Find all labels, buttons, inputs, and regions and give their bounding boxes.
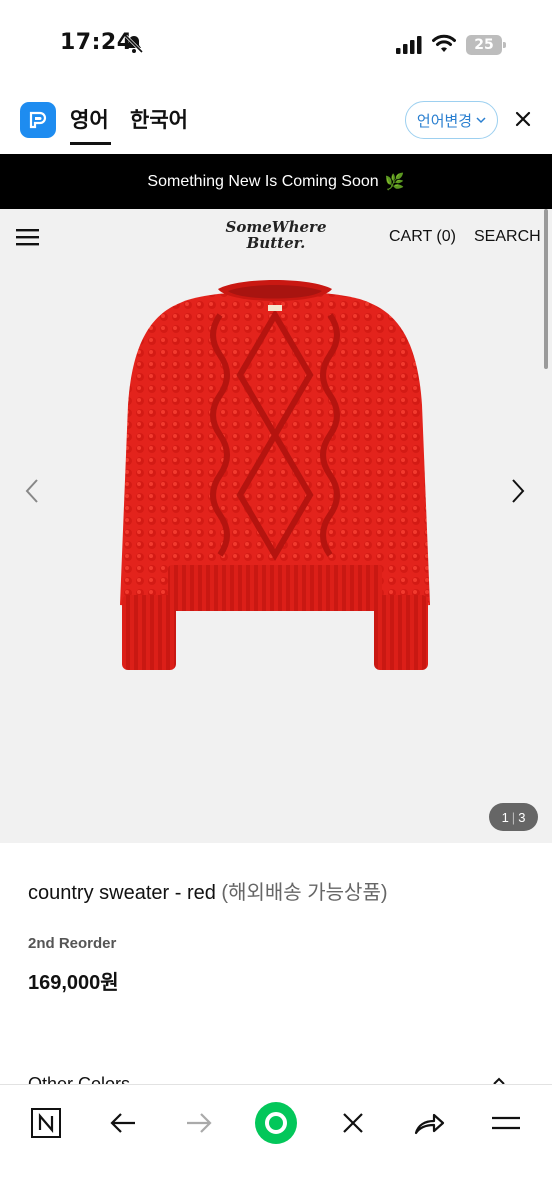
chevron-right-icon[interactable] bbox=[508, 477, 528, 505]
search-link[interactable]: SEARCH bbox=[474, 228, 541, 246]
close-tab-icon[interactable] bbox=[331, 1101, 375, 1145]
logo-line-2: Butter. bbox=[246, 234, 306, 252]
green-dot bbox=[255, 1102, 297, 1144]
announcement-text: Something New Is Coming Soon bbox=[147, 172, 379, 190]
product-gallery[interactable]: SomeWhere Butter. CART (0) SEARCH 1 | 3 bbox=[0, 209, 552, 843]
status-bar: 17:24 25 bbox=[0, 0, 552, 90]
wifi-icon bbox=[432, 34, 456, 52]
forward-arrow-icon[interactable] bbox=[177, 1101, 221, 1145]
product-image-sweater[interactable] bbox=[110, 275, 440, 715]
change-language-label: 언어변경 bbox=[416, 111, 473, 130]
papago-logo-icon[interactable] bbox=[20, 102, 56, 138]
scrollbar[interactable] bbox=[544, 209, 548, 369]
product-title: country sweater - red (해외배송 가능상품) bbox=[28, 876, 388, 905]
hamburger-menu-icon[interactable] bbox=[16, 227, 40, 247]
announcement-bar[interactable]: Something New Is Coming Soon 🌿 bbox=[0, 154, 552, 209]
logo-line-1: SomeWhere bbox=[225, 218, 327, 236]
cart-link[interactable]: CART (0) bbox=[389, 228, 456, 246]
signal-icon bbox=[396, 36, 422, 54]
bell-slash-icon bbox=[124, 34, 144, 54]
active-tab-indicator bbox=[70, 142, 111, 145]
battery-icon: 25 bbox=[466, 35, 506, 55]
gallery-page-indicator: 1 | 3 bbox=[489, 803, 538, 831]
naver-n-icon[interactable] bbox=[24, 1101, 68, 1145]
page-separator: | bbox=[511, 809, 516, 825]
chevron-left-icon[interactable] bbox=[22, 477, 42, 505]
menu-icon[interactable] bbox=[484, 1101, 528, 1145]
back-arrow-icon[interactable] bbox=[101, 1101, 145, 1145]
brand-logo[interactable]: SomeWhere Butter. bbox=[222, 219, 330, 259]
reorder-badge: 2nd Reorder bbox=[28, 935, 117, 952]
tab-korean[interactable]: 한국어 bbox=[130, 104, 188, 134]
close-icon[interactable] bbox=[512, 108, 534, 130]
product-price: 169,000원 bbox=[28, 972, 119, 994]
change-language-button[interactable]: 언어변경 bbox=[405, 101, 498, 139]
translate-bar: 영어 한국어 언어변경 bbox=[0, 90, 552, 154]
shipping-note: (해외배송 가능상품) bbox=[221, 882, 388, 904]
tab-english[interactable]: 영어 bbox=[70, 104, 109, 134]
green-home-icon[interactable] bbox=[254, 1101, 298, 1145]
leaf-emoji-icon: 🌿 bbox=[384, 173, 405, 191]
browser-toolbar bbox=[0, 1084, 552, 1200]
share-icon[interactable] bbox=[407, 1101, 451, 1145]
page-total: 3 bbox=[518, 809, 526, 825]
status-time: 17:24 bbox=[60, 30, 133, 55]
page-current: 1 bbox=[501, 809, 509, 825]
chevron-down-icon bbox=[476, 117, 486, 124]
product-name: country sweater - red bbox=[28, 882, 216, 904]
